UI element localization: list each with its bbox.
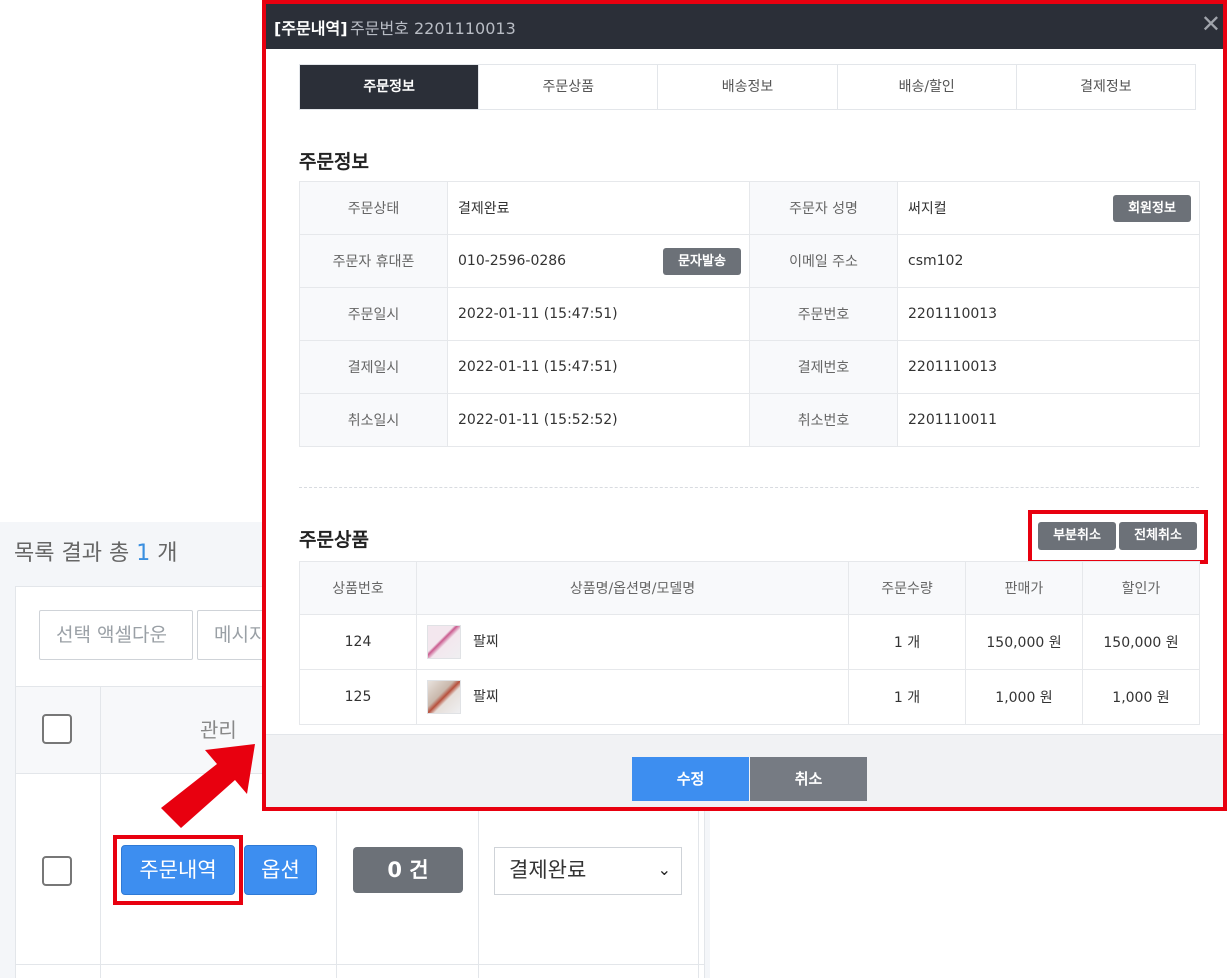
label-orderer-phone: 주문자 휴대폰 — [299, 234, 448, 288]
chevron-down-icon: ⌄ — [657, 860, 671, 879]
cell-quantity: 1 개 — [848, 614, 966, 670]
full-cancel-button[interactable]: 전체취소 — [1119, 522, 1197, 550]
close-icon[interactable]: ✕ — [1201, 10, 1221, 38]
label-cancel-datetime: 취소일시 — [299, 393, 448, 447]
value-cancel-number: 2201110011 — [897, 393, 1200, 447]
tab-payment-info[interactable]: 결제정보 — [1015, 65, 1195, 109]
order-info-table: 주문상태 결제완료 주문자 성명 써지컬 회원정보 주문자 휴대폰 010-25… — [299, 181, 1200, 447]
email-text: csm102 — [908, 253, 964, 269]
cell-sale-price: 1,000 원 — [1082, 669, 1200, 725]
tab-shipping-discount[interactable]: 배송/할인 — [836, 65, 1016, 109]
manage-header: 관리 — [200, 718, 237, 742]
product-name-text: 팔찌 — [473, 634, 499, 650]
tab-shipping-info[interactable]: 배송정보 — [657, 65, 836, 109]
order-info-title: 주문정보 — [299, 151, 369, 173]
label-order-datetime: 주문일시 — [299, 287, 448, 341]
product-thumbnail — [427, 680, 461, 714]
label-orderer-name: 주문자 성명 — [749, 181, 898, 235]
option-button[interactable]: 옵션 — [244, 845, 317, 895]
label-payment-datetime: 결제일시 — [299, 340, 448, 394]
label-email: 이메일 주소 — [749, 234, 898, 288]
col-divider — [100, 686, 101, 978]
cell-price: 150,000 원 — [965, 614, 1083, 670]
orderer-phone-text: 010-2596-0286 — [458, 253, 567, 269]
cell-product-no: 125 — [299, 669, 417, 725]
table-row: 주문상태 결제완료 주문자 성명 써지컬 회원정보 — [299, 181, 1200, 235]
order-products-title: 주문상품 — [299, 529, 369, 551]
value-orderer-phone: 010-2596-0286 문자발송 — [447, 234, 750, 288]
result-count-text: 목록 결과 총 1 개 — [14, 535, 177, 567]
member-info-button[interactable]: 회원정보 — [1113, 195, 1191, 222]
result-prefix: 목록 결과 총 — [14, 541, 130, 566]
label-cancel-number: 취소번호 — [749, 393, 898, 447]
status-select-value: 결제완료 — [509, 858, 587, 882]
table-row: 주문일시 2022-01-11 (15:47:51) 주문번호 22011100… — [299, 287, 1200, 341]
partial-cancel-button[interactable]: 부분취소 — [1038, 522, 1116, 550]
cell-quantity: 1 개 — [848, 669, 966, 725]
value-orderer-name: 써지컬 회원정보 — [897, 181, 1200, 235]
sms-send-button[interactable]: 문자발송 — [663, 248, 741, 275]
value-email: csm102 — [897, 234, 1200, 288]
modal-title-order-no: 주문번호 2201110013 — [350, 19, 516, 38]
order-status-text: 결제완료 — [458, 201, 510, 217]
col-header-product-no: 상품번호 — [299, 561, 417, 615]
cell-product-name: 팔찌 — [416, 614, 849, 670]
label-order-number: 주문번호 — [749, 287, 898, 341]
product-thumbnail — [427, 625, 461, 659]
order-detail-button[interactable]: 주문내역 — [121, 845, 235, 895]
col-header-price: 판매가 — [965, 561, 1083, 615]
order-status-select[interactable]: 결제완료 ⌄ — [494, 847, 682, 895]
row-checkbox[interactable] — [42, 856, 72, 886]
table-header-row: 상품번호 상품명/옵션명/모델명 주문수량 판매가 할인가 — [299, 561, 1200, 615]
col-header-quantity: 주문수량 — [848, 561, 966, 615]
order-products-table: 상품번호 상품명/옵션명/모델명 주문수량 판매가 할인가 124 팔찌 1 개… — [299, 561, 1200, 725]
col-header-product-name: 상품명/옵션명/모델명 — [416, 561, 849, 615]
tab-order-info[interactable]: 주문정보 — [300, 65, 479, 109]
result-suffix: 개 — [157, 541, 178, 566]
table-row: 124 팔찌 1 개 150,000 원 150,000 원 — [299, 614, 1200, 670]
table-row: 주문자 휴대폰 010-2596-0286 문자발송 이메일 주소 csm102 — [299, 234, 1200, 288]
select-all-checkbox[interactable] — [42, 714, 72, 744]
modal-footer: 수정 취소 — [266, 734, 1223, 807]
label-payment-number: 결제번호 — [749, 340, 898, 394]
cancel-button[interactable]: 취소 — [750, 757, 867, 801]
table-row: 125 팔찌 1 개 1,000 원 1,000 원 — [299, 669, 1200, 725]
value-order-status: 결제완료 — [447, 181, 750, 235]
cell-product-no: 124 — [299, 614, 417, 670]
value-cancel-datetime: 2022-01-11 (15:52:52) — [447, 393, 750, 447]
excel-download-button[interactable]: 선택 액셀다운 — [39, 610, 193, 660]
value-payment-datetime: 2022-01-11 (15:47:51) — [447, 340, 750, 394]
modal-title-bracket: [주문내역] — [274, 19, 348, 38]
orderer-name-text: 써지컬 — [908, 201, 947, 217]
product-name-text: 팔찌 — [473, 689, 499, 705]
table-row: 취소일시 2022-01-11 (15:52:52) 취소번호 22011100… — [299, 393, 1200, 447]
order-detail-modal: [주문내역] 주문번호 2201110013 ✕ 주문정보 주문상품 배송정보 … — [262, 0, 1227, 811]
table-row: 결제일시 2022-01-11 (15:47:51) 결제번호 22011100… — [299, 340, 1200, 394]
red-arrow-icon — [161, 744, 255, 828]
modal-header: [주문내역] 주문번호 2201110013 ✕ — [266, 4, 1223, 49]
save-button[interactable]: 수정 — [632, 757, 749, 801]
tab-order-products[interactable]: 주문상품 — [478, 65, 657, 109]
row-divider — [16, 964, 704, 965]
modal-tabs: 주문정보 주문상품 배송정보 배송/할인 결제정보 — [299, 64, 1196, 110]
result-count: 1 — [136, 541, 151, 566]
value-payment-number: 2201110013 — [897, 340, 1200, 394]
value-order-number: 2201110013 — [897, 287, 1200, 341]
cell-price: 1,000 원 — [965, 669, 1083, 725]
cell-sale-price: 150,000 원 — [1082, 614, 1200, 670]
section-divider — [299, 487, 1199, 488]
count-badge[interactable]: 0 건 — [353, 847, 463, 893]
cell-product-name: 팔찌 — [416, 669, 849, 725]
value-order-datetime: 2022-01-11 (15:47:51) — [447, 287, 750, 341]
label-order-status: 주문상태 — [299, 181, 448, 235]
col-header-sale-price: 할인가 — [1082, 561, 1200, 615]
